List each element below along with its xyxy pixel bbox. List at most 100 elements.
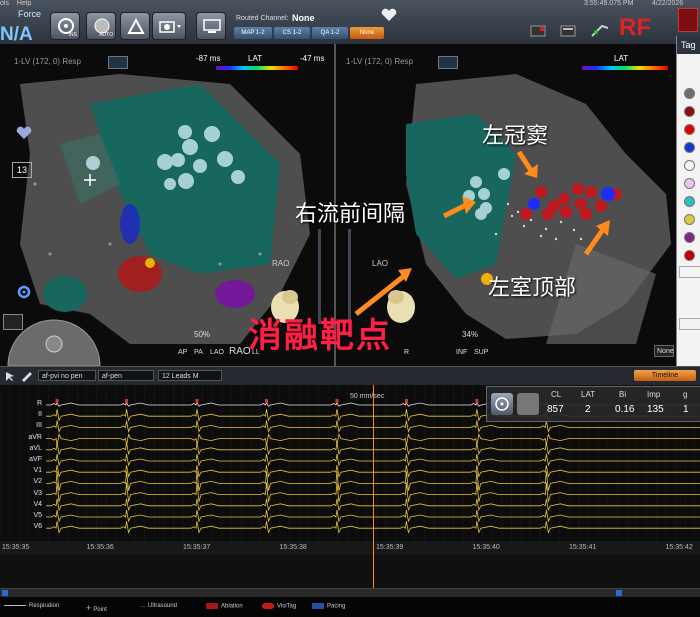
menu-bar: ols Help bbox=[0, 0, 31, 7]
legend-pacing: Pacing bbox=[312, 603, 345, 610]
tag-color-swatch[interactable] bbox=[684, 214, 695, 225]
leads-dropdown[interactable]: 12 Leads M bbox=[158, 370, 222, 381]
time-cursor[interactable] bbox=[373, 385, 374, 590]
lead-label[interactable]: V4 bbox=[14, 501, 42, 508]
stats-freeze-button[interactable] bbox=[517, 393, 539, 415]
tag-panel-input-2[interactable] bbox=[679, 318, 700, 330]
gear-icon[interactable] bbox=[13, 284, 35, 300]
device-status-icon[interactable] bbox=[560, 24, 576, 38]
heart-status-icon bbox=[381, 8, 397, 21]
annotation-coronary-sinus: 左冠窦 bbox=[482, 124, 549, 149]
right-map-menu-button[interactable] bbox=[438, 56, 458, 69]
tag-panel-title: Tag bbox=[677, 36, 700, 54]
left-map-menu-button[interactable] bbox=[108, 56, 128, 69]
config-dropdown-2[interactable]: af-pen bbox=[98, 370, 154, 381]
rf-label: RF bbox=[619, 14, 651, 41]
tag-color-swatch[interactable] bbox=[684, 124, 695, 135]
channel-none-button[interactable]: None bbox=[350, 27, 384, 39]
view-r-button[interactable]: R bbox=[404, 349, 409, 356]
left-view-label: RAO bbox=[272, 259, 290, 268]
shell-view-button[interactable] bbox=[120, 12, 150, 40]
left-lat-min: -87 ms bbox=[196, 54, 221, 63]
lead-label[interactable]: V6 bbox=[14, 523, 42, 530]
scroll-right-handle[interactable] bbox=[616, 590, 622, 596]
lead-label[interactable]: V3 bbox=[14, 490, 42, 497]
tag-color-swatch[interactable] bbox=[684, 142, 695, 153]
annotation-lv-summit: 左室顶部 bbox=[488, 276, 577, 301]
timeline-button[interactable]: Timeline bbox=[634, 370, 696, 381]
lead-label[interactable]: III bbox=[14, 422, 42, 429]
channel-map-button[interactable]: MAP 1-2 bbox=[234, 27, 272, 39]
pointer-icon[interactable] bbox=[4, 370, 18, 382]
time-label: 15:35:40 bbox=[472, 544, 500, 551]
rf-generator-indicator[interactable] bbox=[678, 8, 698, 32]
system-status-icon[interactable] bbox=[530, 24, 546, 38]
shell-icon bbox=[127, 17, 145, 34]
time-label: 15:35:35 bbox=[2, 544, 30, 551]
tag-color-swatch[interactable] bbox=[684, 106, 695, 117]
stat-cl-label: CL bbox=[551, 390, 562, 399]
tag-color-swatch[interactable] bbox=[684, 232, 695, 243]
lead-label[interactable]: V1 bbox=[14, 467, 42, 474]
auto-button[interactable]: AUTO bbox=[86, 12, 116, 40]
view-sup-button[interactable]: SUP bbox=[474, 349, 488, 356]
ins-button[interactable]: INS bbox=[50, 12, 80, 40]
tag-panel-input[interactable] bbox=[679, 266, 700, 278]
tag-color-swatch[interactable] bbox=[684, 250, 695, 261]
left-map-title[interactable]: 1-LV (172, 0) Resp bbox=[14, 57, 81, 66]
view-inf-button[interactable]: INF bbox=[456, 349, 467, 356]
time-label: 15:35:36 bbox=[86, 544, 114, 551]
legend-respiration: Respiration bbox=[4, 603, 59, 609]
catheter-status-icon[interactable] bbox=[590, 22, 610, 38]
channel-qa-button[interactable]: QA 1-2 bbox=[312, 27, 348, 39]
display-button[interactable] bbox=[196, 12, 226, 40]
tag-panel[interactable]: Tag bbox=[676, 36, 700, 366]
pencil-icon[interactable] bbox=[20, 370, 34, 382]
heart-view-icon[interactable] bbox=[14, 126, 34, 140]
beat-marker bbox=[55, 399, 59, 403]
time-label: 15:35:39 bbox=[376, 544, 404, 551]
lead-label[interactable]: V5 bbox=[14, 512, 42, 519]
force-label: Force bbox=[18, 9, 42, 19]
snapshot-button[interactable] bbox=[152, 12, 186, 40]
channel-cs-button[interactable]: CS 1-2 bbox=[274, 27, 310, 39]
time-label: 15:35:38 bbox=[279, 544, 307, 551]
legend-ablation: Ablation bbox=[206, 603, 243, 610]
lead-label[interactable]: aVF bbox=[14, 456, 42, 463]
tag-color-swatch[interactable] bbox=[684, 196, 695, 207]
config-dropdown-1[interactable]: af-pvi no pen bbox=[38, 370, 96, 381]
beat-marker bbox=[404, 399, 408, 403]
lead-label[interactable]: R bbox=[14, 400, 42, 407]
scroll-left-handle[interactable] bbox=[2, 590, 8, 596]
stat-g-label: g bbox=[683, 390, 688, 399]
stat-bi-value: 0.16 bbox=[615, 404, 635, 415]
lead-label[interactable]: V2 bbox=[14, 478, 42, 485]
lead-label[interactable]: aVL bbox=[14, 445, 42, 452]
menu-item-help[interactable]: Help bbox=[17, 0, 31, 7]
lead-label[interactable]: aVR bbox=[14, 434, 42, 441]
tag-color-swatch[interactable] bbox=[684, 178, 695, 189]
lead-label[interactable]: II bbox=[14, 411, 42, 418]
record-button[interactable] bbox=[3, 314, 23, 330]
left-lat-label: LAT bbox=[248, 54, 263, 63]
main-toolbar: ols Help Force N/A INS AUTO Routed Chann… bbox=[0, 0, 700, 45]
view-pa-button[interactable]: PA bbox=[194, 349, 203, 356]
right-map-dropdown[interactable]: None bbox=[654, 345, 674, 357]
menu-item-tools[interactable]: ols bbox=[0, 0, 9, 7]
sweep-speed: 50 mm/sec bbox=[350, 393, 385, 400]
routed-channel-label: Routed Channel: bbox=[236, 15, 289, 22]
ecg-toolbar: af-pvi no pen af-pen 12 Leads M Timeline bbox=[0, 366, 700, 386]
view-lao-button[interactable]: LAO bbox=[210, 349, 224, 356]
stats-target-button[interactable] bbox=[491, 393, 513, 415]
left-zoom[interactable]: 50% bbox=[194, 330, 210, 339]
tag-color-swatch[interactable] bbox=[684, 88, 695, 99]
beat-marker bbox=[475, 399, 479, 403]
right-map-title[interactable]: 1-LV (172, 0) Resp bbox=[346, 57, 413, 66]
beat-marker bbox=[264, 399, 268, 403]
tag-color-swatch[interactable] bbox=[684, 160, 695, 171]
stat-imp-value: 135 bbox=[647, 404, 664, 415]
view-ap-button[interactable]: AP bbox=[178, 349, 187, 356]
right-zoom[interactable]: 34% bbox=[462, 330, 478, 339]
stat-lat-label: LAT bbox=[581, 390, 596, 399]
clock: 3:55:49.075 PM bbox=[584, 0, 634, 7]
